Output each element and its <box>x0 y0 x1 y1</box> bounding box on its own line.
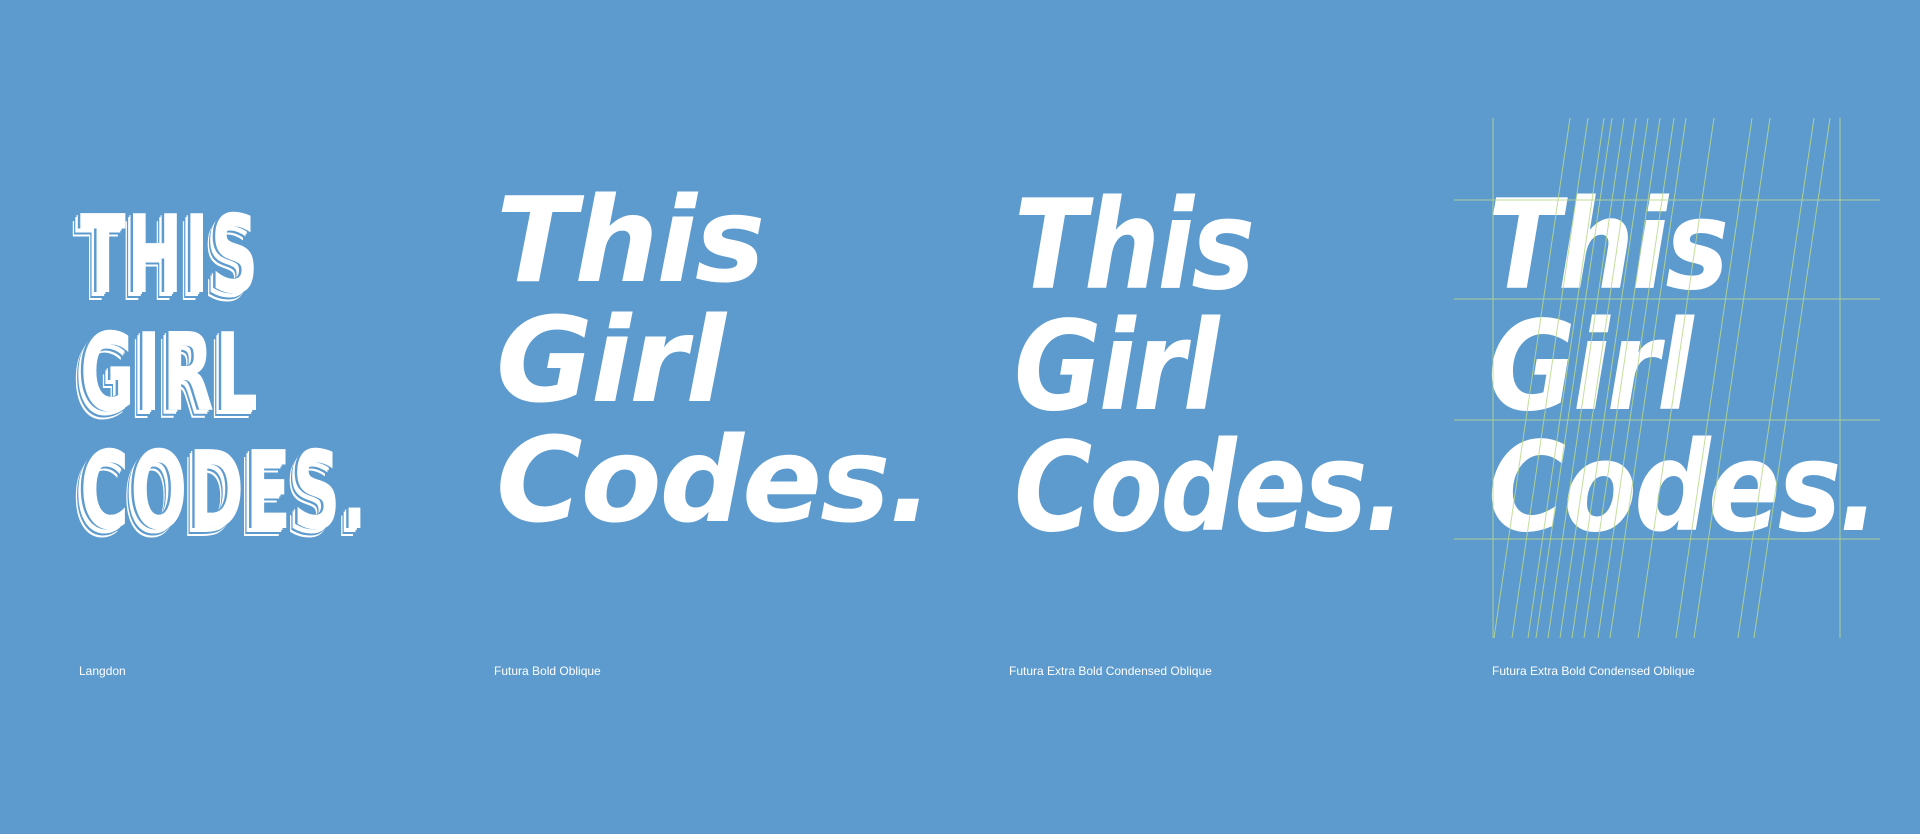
specimen-headline: This Girl Codes. <box>1014 174 1405 560</box>
headline-line: Girl <box>496 291 726 429</box>
headline-line: Codes. <box>1014 416 1405 560</box>
specimen-caption: Futura Bold Oblique <box>494 664 601 678</box>
specimen-caption: Futura Extra Bold Condensed Oblique <box>1492 664 1695 678</box>
headline-line: This <box>1488 174 1729 318</box>
headline-line: This <box>1014 174 1255 318</box>
headline-line: GIRL <box>80 311 260 436</box>
headline-line: Girl <box>1488 295 1693 439</box>
headline-line: THIS <box>80 193 260 318</box>
specimen-caption: Langdon <box>79 664 126 678</box>
specimen-headline: THIS GIRL CODES. <box>80 197 368 551</box>
headline-line: This <box>496 171 765 309</box>
specimen-headline: This Girl Codes. <box>496 171 933 549</box>
headline-line: Codes. <box>1488 416 1879 560</box>
headline-line: CODES. <box>80 429 369 554</box>
headline-line: Codes. <box>496 411 933 549</box>
specimen-headline: This Girl Codes. <box>1488 174 1879 560</box>
headline-line: Girl <box>1014 295 1219 439</box>
specimen-caption: Futura Extra Bold Condensed Oblique <box>1009 664 1212 678</box>
